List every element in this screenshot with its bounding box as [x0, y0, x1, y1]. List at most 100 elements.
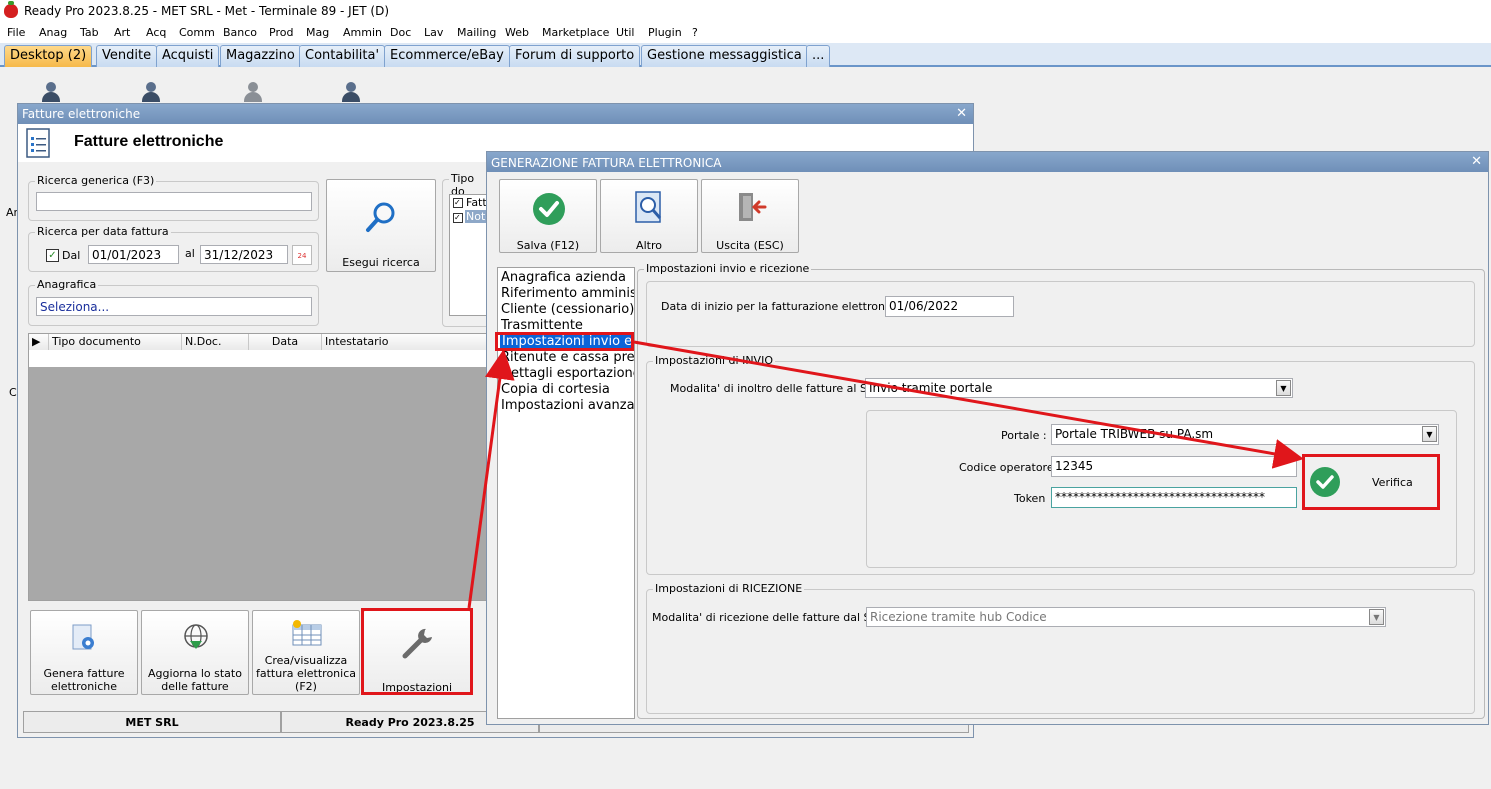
dal-label: Dal: [62, 249, 81, 262]
portale-label: Portale :: [1001, 429, 1047, 442]
al-date-input[interactable]: 31/12/2023: [200, 245, 288, 264]
menu-acq[interactable]: Acq: [146, 26, 166, 39]
status-company: MET SRL: [23, 711, 281, 733]
data-inizio-label: Data di inizio per la fatturazione elett…: [661, 300, 909, 313]
chevron-down-icon[interactable]: ▼: [1369, 609, 1384, 625]
crea-visualizza-label: Crea/visualizza fattura elettronica (F2): [255, 654, 356, 693]
column-header[interactable]: Data: [249, 334, 322, 350]
tipo-checkbox[interactable]: ✓: [453, 198, 463, 208]
modalita-inoltro-select[interactable]: Invio tramite portale ▼: [865, 378, 1293, 398]
menu-prod[interactable]: Prod: [269, 26, 293, 39]
modalita-inoltro-value: Invio tramite portale: [869, 381, 993, 395]
altro-button[interactable]: Altro: [600, 179, 698, 253]
annotation-highlight-box: [361, 608, 473, 695]
ricerca-generica-label: Ricerca generica (F3): [35, 174, 157, 187]
tab-more[interactable]: ...: [806, 45, 831, 67]
anagrafica-label: Anagrafica: [35, 278, 99, 291]
tipo-checkbox[interactable]: ✓: [453, 213, 463, 223]
menu-plugin[interactable]: Plugin: [648, 26, 682, 39]
ricerca-generica-input[interactable]: [36, 192, 312, 211]
calendar-icon[interactable]: 24: [292, 245, 312, 265]
token-label: Token: [1014, 492, 1046, 505]
tab-forum[interactable]: Forum di supporto: [509, 45, 641, 67]
ricezione-group-label: Impostazioni di RICEZIONE: [653, 582, 805, 595]
uscita-button[interactable]: Uscita (ESC): [701, 179, 799, 253]
anagrafica-group: Anagrafica Seleziona...: [28, 278, 319, 326]
column-header[interactable]: Intestatario: [322, 334, 487, 350]
nav-item-riferimento[interactable]: Riferimento amministrativo: [501, 286, 634, 301]
user-icon[interactable]: [242, 82, 264, 102]
invio-group-label: Impostazioni di INVIO: [653, 354, 775, 367]
dal-date-input[interactable]: 01/01/2023: [88, 245, 179, 264]
annotation-highlight-box: [495, 332, 634, 351]
close-icon[interactable]: ✕: [956, 106, 967, 121]
portale-select[interactable]: Portale TRIBWEB su PA.sm ▼: [1051, 424, 1439, 445]
salva-label: Salva (F12): [516, 239, 580, 252]
chevron-down-icon[interactable]: ▼: [1422, 426, 1437, 442]
menu-mag[interactable]: Mag: [306, 26, 329, 39]
anagrafica-select[interactable]: Seleziona...: [36, 297, 312, 316]
chevron-down-icon[interactable]: ▼: [1276, 380, 1291, 396]
token-input[interactable]: ***********************************: [1051, 487, 1297, 508]
user-icon[interactable]: [40, 82, 62, 102]
nav-item-copia-cortesia[interactable]: Copia di cortesia: [501, 382, 610, 397]
aggiorna-stato-button[interactable]: Aggiorna lo stato delle fatture: [141, 610, 249, 695]
nav-item-trasmittente[interactable]: Trasmittente: [501, 318, 583, 333]
tab-magazzino[interactable]: Magazzino: [220, 45, 301, 67]
tab-messaggistica[interactable]: Gestione messaggistica: [641, 45, 808, 67]
nav-item-esportazione[interactable]: Dettagli esportazione: [501, 366, 634, 381]
modalita-ricezione-select[interactable]: Ricezione tramite hub Codice ▼: [866, 607, 1386, 627]
ricerca-data-group: Ricerca per data fattura ✓ Dal 01/01/202…: [28, 225, 319, 272]
menu-anag[interactable]: Anag: [39, 26, 67, 39]
tipo-item[interactable]: Fatt: [466, 196, 487, 209]
app-title: Ready Pro 2023.8.25 - MET SRL - Met - Te…: [24, 4, 390, 18]
menu-ammin[interactable]: Ammin: [343, 26, 382, 39]
column-header[interactable]: Tipo documento: [49, 334, 182, 350]
menu-comm[interactable]: Comm: [179, 26, 215, 39]
app-titlebar: Ready Pro 2023.8.25 - MET SRL - Met - Te…: [0, 0, 1491, 23]
menu-art[interactable]: Art: [114, 26, 130, 39]
nav-item-avanzate[interactable]: Impostazioni avanzate: [501, 398, 634, 413]
nav-item-ritenute[interactable]: Ritenute e cassa previdenziale: [501, 350, 634, 365]
nav-item-anagrafica[interactable]: Anagrafica azienda: [501, 270, 626, 285]
user-icon[interactable]: [140, 82, 162, 102]
menu-tab[interactable]: Tab: [80, 26, 99, 39]
crea-visualizza-button[interactable]: Crea/visualizza fattura elettronica (F2): [252, 610, 360, 695]
portale-value: Portale TRIBWEB su PA.sm: [1055, 427, 1214, 441]
data-inizio-input[interactable]: 01/06/2022: [885, 296, 1014, 317]
column-header[interactable]: N.Doc.: [182, 334, 249, 350]
close-icon[interactable]: ✕: [1471, 154, 1482, 169]
fatture-window-title: Fatture elettroniche: [22, 107, 141, 121]
desktop-partial-label: C: [9, 386, 17, 399]
nav-item-cliente[interactable]: Cliente (cessionario): [501, 302, 634, 317]
menu-mailing[interactable]: Mailing: [457, 26, 496, 39]
menu-web[interactable]: Web: [505, 26, 529, 39]
genera-fatture-button[interactable]: Genera fatture elettroniche: [30, 610, 138, 695]
ricerca-data-label: Ricerca per data fattura: [35, 225, 171, 238]
row-indicator-icon: ▶: [29, 334, 49, 350]
user-icon[interactable]: [340, 82, 362, 102]
aggiorna-stato-label: Aggiorna lo stato delle fatture: [148, 667, 242, 693]
salva-button[interactable]: Salva (F12): [499, 179, 597, 253]
menu-file[interactable]: File: [7, 26, 25, 39]
tab-vendite[interactable]: Vendite: [96, 45, 158, 67]
menu-util[interactable]: Util: [616, 26, 634, 39]
fatture-window-titlebar: Fatture elettroniche ✕: [18, 104, 973, 124]
tab-desktop[interactable]: Desktop (2): [4, 45, 93, 67]
generazione-window-title: GENERAZIONE FATTURA ELETTRONICA: [491, 156, 722, 170]
fatture-grid: ▶ Tipo documento N.Doc. Data Intestatari…: [28, 333, 488, 601]
codice-operatore-input[interactable]: 12345: [1051, 456, 1297, 477]
esegui-ricerca-button[interactable]: Esegui ricerca: [326, 179, 436, 272]
tab-acquisti[interactable]: Acquisti: [156, 45, 220, 67]
menu-banco[interactable]: Banco: [223, 26, 257, 39]
tipo-documento-group: Tipo do ✓ Fatt ✓ Note: [442, 172, 494, 327]
dal-checkbox[interactable]: ✓: [46, 249, 59, 262]
tab-ecommerce[interactable]: Ecommerce/eBay: [384, 45, 510, 67]
check-circle-icon: [533, 193, 565, 225]
menu-help[interactable]: ?: [692, 26, 698, 39]
tab-contabilita[interactable]: Contabilita': [299, 45, 386, 67]
menu-lav[interactable]: Lav: [424, 26, 443, 39]
document-list-icon: [26, 128, 50, 158]
menu-marketplace[interactable]: Marketplace: [542, 26, 609, 39]
menu-doc[interactable]: Doc: [390, 26, 411, 39]
